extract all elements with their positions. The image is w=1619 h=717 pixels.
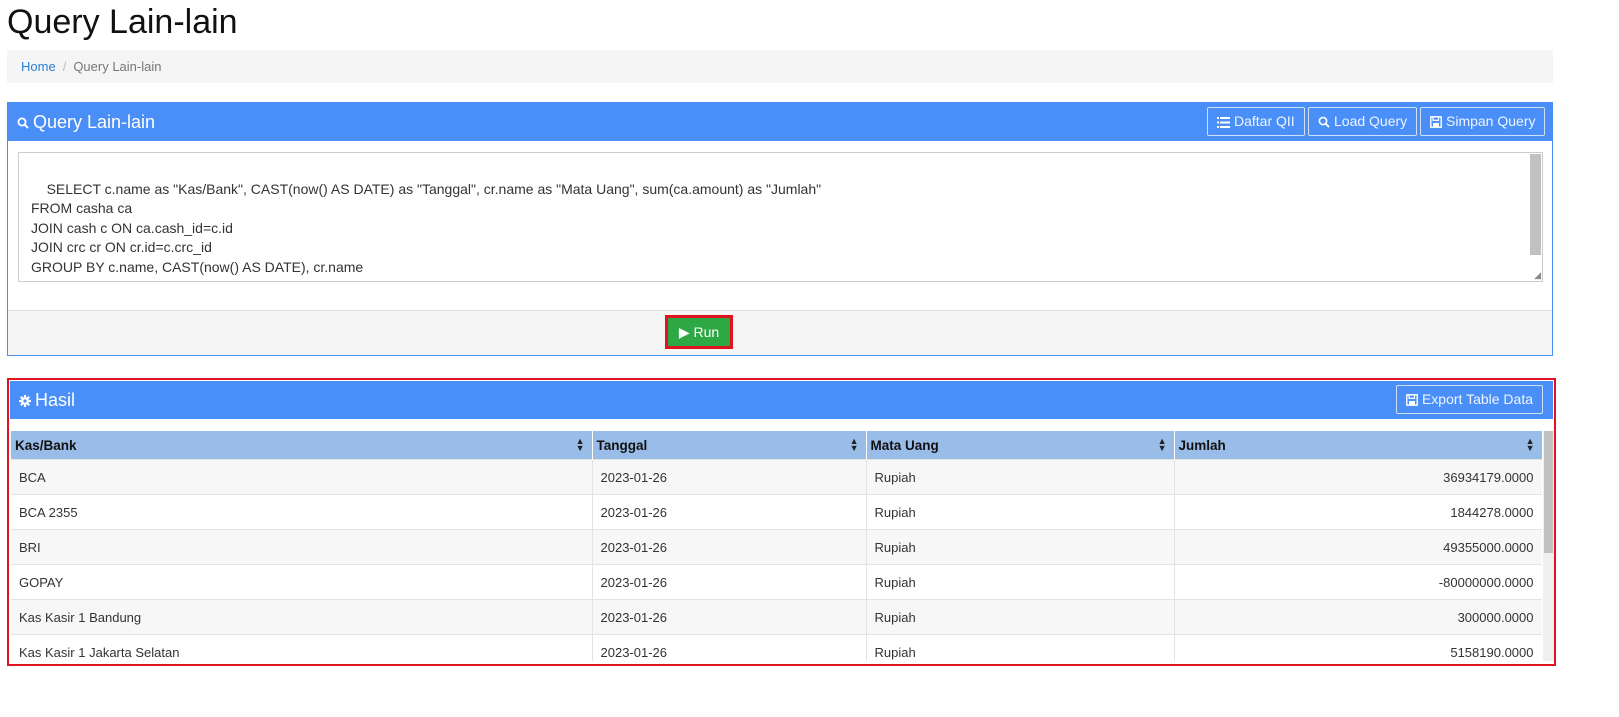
cell-kas-bank: BCA xyxy=(11,459,593,495)
table-header-row: Kas/Bank ▲ ▼ Tanggal ▲ ▼ Mata Uang ▲ ▼ Jumlah ▲… xyxy=(11,431,1542,460)
cell-tanggal: 2023-01-26 xyxy=(592,529,867,565)
cell-jumlah: 1844278.0000 xyxy=(1174,494,1542,530)
column-header-tanggal[interactable]: Tanggal ▲ ▼ xyxy=(592,431,867,460)
cell-tanggal: 2023-01-26 xyxy=(592,494,867,530)
query-panel-footer: ▶ Run xyxy=(8,310,1552,355)
cell-tanggal: 2023-01-26 xyxy=(592,634,867,661)
cell-mata-uang: Rupiah xyxy=(866,634,1175,661)
gear-icon xyxy=(19,395,31,407)
result-table-wrapper: Kas/Bank ▲ ▼ Tanggal ▲ ▼ Mata Uang ▲ ▼ Jumlah ▲… xyxy=(11,431,1542,661)
daftar-qll-button[interactable]: Daftar QII xyxy=(1207,107,1305,136)
column-header-jumlah[interactable]: Jumlah ▲ ▼ xyxy=(1174,431,1542,460)
cell-kas-bank: Kas Kasir 1 Bandung xyxy=(11,599,593,635)
resize-grip-icon[interactable]: ◢ xyxy=(1534,271,1541,280)
cell-jumlah: 49355000.0000 xyxy=(1174,529,1542,565)
search-icon xyxy=(1318,116,1330,128)
column-header-mata-uang[interactable]: Mata Uang ▲ ▼ xyxy=(866,431,1175,460)
sort-icon: ▲ ▼ xyxy=(849,436,859,453)
result-panel: Hasil Export Table Data Kas/Bank ▲ ▼ Tangg… xyxy=(7,378,1556,666)
cell-mata-uang: Rupiah xyxy=(866,494,1175,530)
search-icon xyxy=(17,117,29,129)
cell-jumlah: 300000.0000 xyxy=(1174,599,1542,635)
sort-icon: ▲ ▼ xyxy=(575,436,585,453)
column-header-kas-bank[interactable]: Kas/Bank ▲ ▼ xyxy=(11,431,593,460)
breadcrumb: Home / Query Lain-lain xyxy=(7,50,1553,83)
query-panel-heading: Query Lain-lain Daftar QII Load Query Si… xyxy=(8,103,1552,141)
daftar-qll-label: Daftar QII xyxy=(1234,113,1295,129)
column-header-label: Mata Uang xyxy=(870,437,939,453)
column-header-label: Tanggal xyxy=(596,437,648,453)
cell-tanggal: 2023-01-26 xyxy=(592,599,867,635)
cell-kas-bank: Kas Kasir 1 Jakarta Selatan xyxy=(11,634,593,661)
cell-tanggal: 2023-01-26 xyxy=(592,564,867,600)
cell-mata-uang: Rupiah xyxy=(866,599,1175,635)
run-label: Run xyxy=(693,324,720,340)
result-panel-heading: Hasil Export Table Data xyxy=(10,381,1553,419)
result-panel-title: Hasil xyxy=(19,381,75,419)
run-button[interactable]: ▶ Run xyxy=(665,315,733,349)
breadcrumb-home-link[interactable]: Home xyxy=(21,59,56,74)
breadcrumb-current: Query Lain-lain xyxy=(73,59,162,74)
export-table-data-label: Export Table Data xyxy=(1421,391,1533,407)
table-scrollbar[interactable] xyxy=(1543,431,1554,661)
list-icon xyxy=(1217,117,1230,128)
query-textarea[interactable]: SELECT c.name as "Kas/Bank", CAST(now() … xyxy=(18,152,1543,282)
table-row: Kas Kasir 1 Bandung 2023-01-26 Rupiah 30… xyxy=(11,599,1542,635)
cell-kas-bank: BCA 2355 xyxy=(11,494,593,530)
simpan-query-label: Simpan Query xyxy=(1446,113,1536,129)
table-row: BCA 2023-01-26 Rupiah 36934179.0000 xyxy=(11,459,1542,495)
table-row: BRI 2023-01-26 Rupiah 49355000.0000 xyxy=(11,529,1542,565)
page-title: Query Lain-lain xyxy=(7,3,238,41)
cell-kas-bank: GOPAY xyxy=(11,564,593,600)
query-panel-title-text: Query Lain-lain xyxy=(33,112,156,132)
cell-tanggal: 2023-01-26 xyxy=(592,459,867,495)
cell-jumlah: -80000000.0000 xyxy=(1174,564,1542,600)
query-panel-title: Query Lain-lain xyxy=(17,103,155,141)
load-query-label: Load Query xyxy=(1334,113,1408,129)
export-table-data-button[interactable]: Export Table Data xyxy=(1395,385,1543,414)
play-icon: ▶ xyxy=(678,324,690,340)
save-icon xyxy=(1406,394,1418,406)
cell-jumlah: 36934179.0000 xyxy=(1174,459,1542,495)
load-query-button[interactable]: Load Query xyxy=(1308,107,1418,136)
cell-jumlah: 5158190.0000 xyxy=(1174,634,1542,661)
table-row: BCA 2355 2023-01-26 Rupiah 1844278.0000 xyxy=(11,494,1542,530)
cell-mata-uang: Rupiah xyxy=(866,564,1175,600)
query-scrollbar[interactable] xyxy=(1530,154,1541,255)
save-icon xyxy=(1430,116,1442,128)
table-row: Kas Kasir 1 Jakarta Selatan 2023-01-26 R… xyxy=(11,634,1542,661)
simpan-query-button[interactable]: Simpan Query xyxy=(1420,107,1546,136)
result-panel-title-text: Hasil xyxy=(35,390,76,410)
table-row: GOPAY 2023-01-26 Rupiah -80000000.0000 xyxy=(11,564,1542,600)
column-header-label: Jumlah xyxy=(1178,437,1226,453)
cell-mata-uang: Rupiah xyxy=(866,529,1175,565)
sort-icon: ▲ ▼ xyxy=(1157,436,1167,453)
query-text: SELECT c.name as "Kas/Bank", CAST(now() … xyxy=(31,180,822,282)
sort-icon: ▲ ▼ xyxy=(1525,436,1535,453)
column-header-label: Kas/Bank xyxy=(15,437,77,453)
cell-kas-bank: BRI xyxy=(11,529,593,565)
breadcrumb-separator: / xyxy=(62,59,67,74)
table-scrollbar-thumb[interactable] xyxy=(1544,431,1553,553)
cell-mata-uang: Rupiah xyxy=(866,459,1175,495)
result-table: Kas/Bank ▲ ▼ Tanggal ▲ ▼ Mata Uang ▲ ▼ Jumlah ▲… xyxy=(11,431,1542,661)
query-panel: Query Lain-lain Daftar QII Load Query Si… xyxy=(7,102,1553,356)
